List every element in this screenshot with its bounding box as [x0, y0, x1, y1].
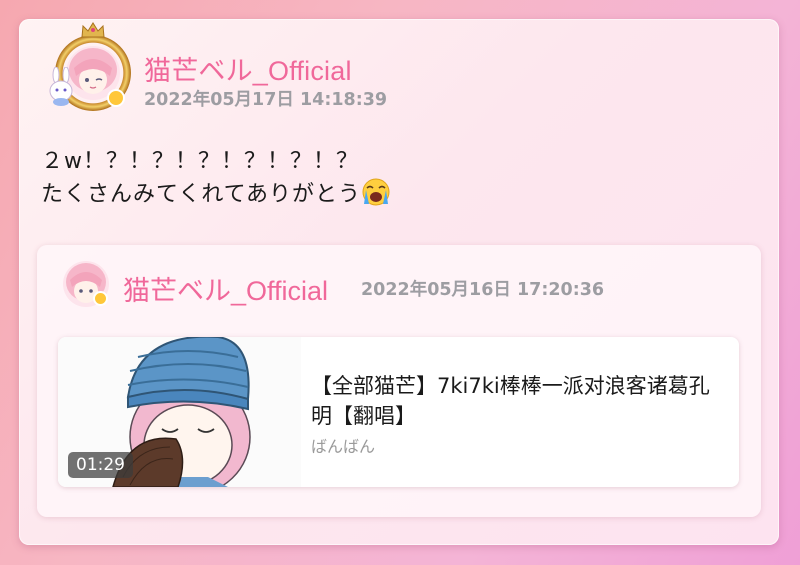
repost-timestamp: 2022年05月16日 17:20:36: [361, 280, 605, 300]
post-username[interactable]: 猫芒ベル_Official: [144, 49, 352, 88]
crown-icon: [81, 22, 105, 38]
bunny-mascot-icon: [49, 67, 73, 106]
video-card[interactable]: 01:29 【全部猫芒】7ki7ki棒棒一派对浪客诸葛孔明【翻唱】 ばんばん: [58, 337, 739, 487]
post-text-line: たくさんみてくれてありがとう: [41, 182, 362, 207]
repost-card[interactable]: 猫芒ベル_Official 2022年05月16日 17:20:36 01:29…: [37, 245, 761, 517]
video-title[interactable]: 【全部猫芒】7ki7ki棒棒一派对浪客诸葛孔明【翻唱】: [311, 371, 726, 431]
post-text-line: ２w！？！？！？！？！？！？: [41, 149, 359, 174]
crying-face-icon: [362, 178, 390, 206]
post-card: 猫芒ベル_Official 2022年05月17日 14:18:39 ２w！？！…: [19, 19, 779, 545]
repost-verified-badge-icon: [93, 291, 108, 306]
verified-badge-icon: [107, 89, 125, 107]
post-content: ２w！？！？！？！？！？！？ たくさんみてくれてありがとう: [41, 146, 391, 210]
avatar[interactable]: [47, 21, 143, 117]
repost-username[interactable]: 猫芒ベル_Official: [123, 269, 328, 308]
video-thumbnail[interactable]: 01:29: [58, 337, 301, 487]
post-timestamp: 2022年05月17日 14:18:39: [144, 90, 388, 110]
video-duration: 01:29: [68, 452, 133, 478]
post-text-line-with-emoji: たくさんみてくれてありがとう: [41, 177, 391, 210]
video-author[interactable]: ばんばん: [311, 433, 375, 457]
